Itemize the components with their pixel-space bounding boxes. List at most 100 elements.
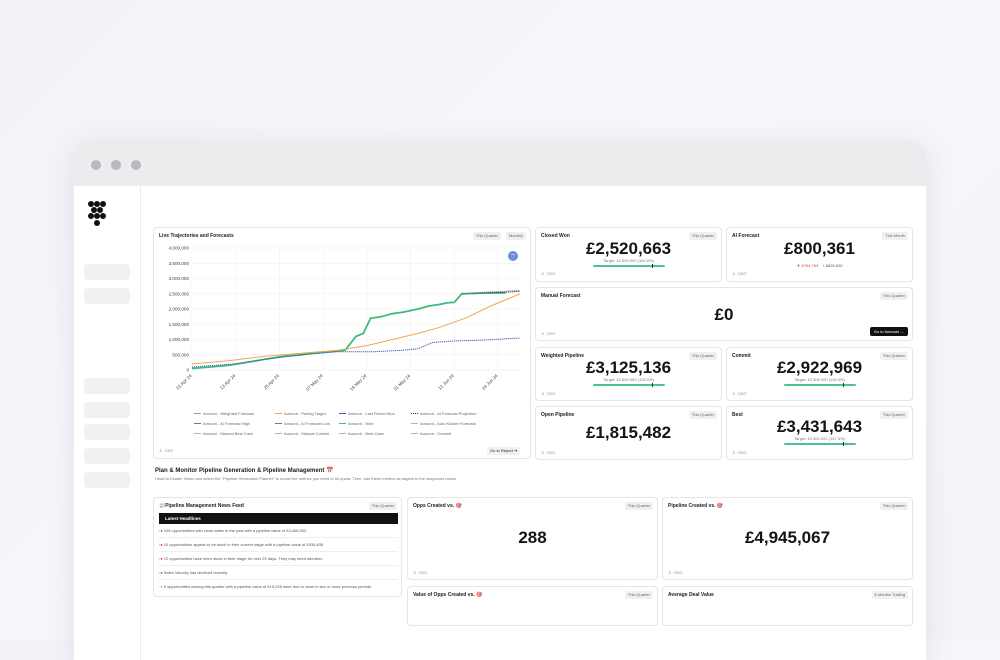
window-minimize-dot[interactable] [111,160,121,170]
card-chip[interactable]: This Quarter [368,502,397,510]
y-tick-label: 3,000,000 [169,276,190,281]
y-tick-label: 500,000 [172,352,189,357]
legend-swatch [411,433,418,435]
manual-forecast-card[interactable]: Manual Forecast This Quarter £0 ♙ CEO Go … [535,287,913,341]
x-tick-label: 01 Apr 24 [175,373,193,391]
card-chip[interactable]: This Quarter [879,502,908,510]
news-item[interactable]: ›●10 opportunities appear to be stuck in… [159,542,398,547]
x-tick-label: 12 Jun 24 [437,373,455,391]
series-line-amount-won [191,291,506,370]
legend-item[interactable]: Amount - Auto Kluster Forecast [411,421,476,426]
sidebar-item-5[interactable] [84,424,130,440]
legend-item[interactable]: Amount - Best Case [339,431,384,436]
card-title: Average Deal Value [668,592,714,598]
chip-this-quarter[interactable]: This Quarter [472,232,501,240]
card-owner: ♙ CEO [541,450,555,455]
forecast-low: + £826,626 [822,263,843,268]
news-text: 10 opportunities appear to be stuck in t… [163,542,324,547]
card-chip[interactable]: This Quarter [624,502,653,510]
kpi-value: £2,520,663 [585,239,672,258]
progress-bar [593,384,665,386]
news-text: 12 opportunities have been stuck in thei… [163,556,323,561]
go-to-forecast-button[interactable]: Go to forecast → [869,327,908,336]
best-card[interactable]: Best This Quarter £3,431,643 Target: £2,… [726,406,913,460]
alert-icon: ›● [159,542,163,547]
kpi-value: £3,431,643 [776,417,863,436]
weighted-pipeline-card[interactable]: Weighted Pipeline This Quarter £3,125,13… [535,347,722,401]
card-title: Value of Opps Created vs. 🎯 [413,592,483,598]
go-to-report-button[interactable]: Go to Report ➔ [487,447,521,455]
news-item[interactable]: ›●105 opportunities with close dates in … [159,528,398,533]
card-title: Opps Created vs. 🎯 [413,503,462,509]
kpi-target: Target: £2,500,000 (116.9%) [794,377,845,382]
opps-created-card[interactable]: Opps Created vs. 🎯 This Quarter 288 ♙ CEO [407,497,658,580]
commit-card[interactable]: Commit This Quarter £2,922,969 Target: £… [726,347,913,401]
legend-swatch [411,413,418,415]
card-chip[interactable]: This Quarter [879,292,908,300]
owner-label: CEO [546,450,556,455]
news-text: 5 opportunities closing this quarter wit… [163,584,372,589]
x-tick-label: 19 May 24 [349,373,368,392]
sidebar-item-6[interactable] [84,448,130,464]
card-owner: ♙ CEO [732,271,746,276]
legend-swatch [411,423,418,425]
open-pipeline-card[interactable]: Open Pipeline This Quarter £1,815,482 ♙ C… [535,406,722,460]
card-chip[interactable]: This Quarter [688,411,717,419]
closed-won-card[interactable]: Closed Won This Quarter £2,520,663 Targe… [535,227,722,282]
legend-item[interactable]: Amount - Won [339,421,374,426]
legend-label: Amount - Won [348,421,374,426]
legend-swatch [275,413,282,415]
forecast-high: ▼ £764,763 [796,263,819,268]
sidebar-item-1[interactable] [84,264,130,280]
legend-item[interactable]: Amount - Manual Best Case [194,431,253,436]
user-icon: ♙ [732,450,736,455]
alert-icon: ›● [159,570,163,575]
pipeline-created-card[interactable]: Pipeline Created vs. 🎯 This Quarter £4,9… [662,497,913,580]
alert-icon: ›● [159,556,163,561]
legend-item[interactable]: Amount - Pacing Target [275,411,326,416]
user-icon: ♙ [541,391,545,396]
legend-item[interactable]: Amount - AI Forecast Low [275,421,330,426]
grape-logo-icon[interactable] [86,200,108,230]
news-item[interactable]: ›●Sales Velocity has declined recently [159,570,398,575]
sidebar-item-7[interactable] [84,472,130,488]
chart-title: Live Trajectories and Forecasts [159,233,234,239]
legend-swatch [275,433,282,435]
owner-label: CEO [673,570,683,575]
progress-bar [593,265,665,267]
news-item[interactable]: ›●12 opportunities have been stuck in th… [159,556,398,561]
kpi-target: Target: £2,500,000 (137.3%) [794,436,845,441]
card-chip[interactable]: This Quarter [624,591,653,599]
legend-item[interactable]: Amount - AI Forecast Projection [411,411,476,416]
y-tick-label: 2,500,000 [169,291,190,296]
x-tick-label: 25 Apr 24 [263,373,281,391]
x-tick-label: 07 May 24 [305,373,324,392]
legend-item[interactable]: Amount - Last Period Won [339,411,395,416]
sidebar-item-2[interactable] [84,288,130,304]
legend-label: Amount - Last Period Won [348,411,395,416]
card-owner: ♙ CEO [541,271,555,276]
card-owner: ♙ CEO [541,391,555,396]
legend-item[interactable]: Amount - Weighted Forecast [194,411,254,416]
legend-label: Amount - Best Case [348,431,384,436]
news-item[interactable]: ›●5 opportunities closing this quarter w… [159,584,398,589]
window-maximize-dot[interactable] [131,160,141,170]
card-chip[interactable]: 6 Months Trailing [871,591,908,599]
target-marker [843,442,844,446]
average-deal-value-card[interactable]: Average Deal Value 6 Months Trailing [662,586,913,626]
window-close-dot[interactable] [91,160,101,170]
chart-owner: ♙ CEO [159,448,173,453]
ai-forecast-card[interactable]: AI Forecast This Month £800,361 ▼ £764,7… [726,227,913,282]
x-tick-label: 13 Apr 24 [219,373,237,391]
legend-item[interactable]: Amount - Commit [411,431,451,436]
card-owner: ♙ CEO [732,450,746,455]
app-window: Live Trajectories and Forecasts This Qua… [74,140,926,660]
value-opps-created-card[interactable]: Value of Opps Created vs. 🎯 This Quarter [407,586,658,626]
legend-item[interactable]: Amount - AI Forecast High [194,421,250,426]
chip-monthly[interactable]: Monthly [505,232,526,240]
sidebar-item-4[interactable] [84,402,130,418]
divider [159,551,398,552]
legend-item[interactable]: Amount - Manual Commit [275,431,329,436]
sidebar-item-3[interactable] [84,378,130,394]
legend-label: Amount - Weighted Forecast [203,411,254,416]
